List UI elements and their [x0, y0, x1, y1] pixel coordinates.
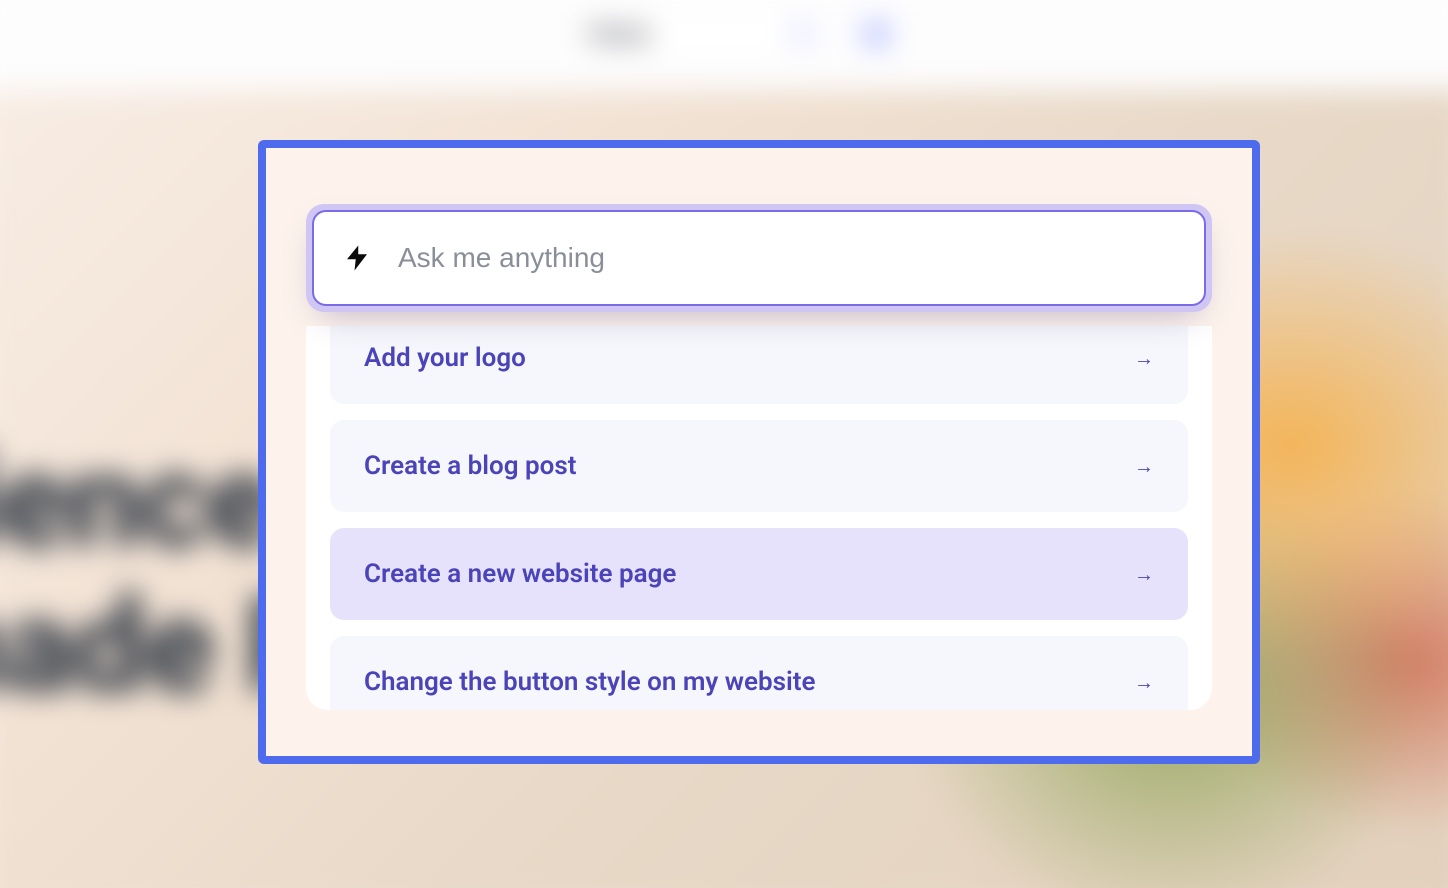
nav-pill-label: Home — [589, 21, 650, 47]
suggestion-label: Change the button style on my website — [364, 667, 815, 697]
arrow-right-icon: → — [1134, 562, 1154, 587]
arrow-right-icon: → — [1134, 454, 1154, 479]
ask-input[interactable] — [398, 242, 1176, 274]
plus-icon: + — [794, 20, 807, 49]
suggestion-label: Create a blog post — [364, 451, 576, 481]
page-nav-pill: Home + — [570, 5, 828, 63]
suggestion-label: Create a new website page — [364, 559, 676, 589]
lightning-bolt-icon — [342, 243, 372, 273]
suggestion-change-button-style[interactable]: Change the button style on my website → — [330, 636, 1188, 710]
suggestion-create-new-page[interactable]: Create a new website page → — [330, 528, 1188, 620]
globe-button — [848, 5, 906, 63]
ai-assistant-highlight-frame: Add your logo → Create a blog post → Cre… — [258, 140, 1260, 764]
ask-input-container[interactable] — [312, 210, 1206, 306]
ask-input-wrapper — [306, 204, 1212, 312]
suggestion-label: Add your logo — [364, 343, 526, 373]
suggestions-list: Add your logo → Create a blog post → Cre… — [330, 326, 1188, 710]
suggestion-create-blog-post[interactable]: Create a blog post → — [330, 420, 1188, 512]
suggestion-add-logo[interactable]: Add your logo → — [330, 326, 1188, 404]
suggestions-panel: Add your logo → Create a blog post → Cre… — [306, 326, 1212, 710]
arrow-right-icon: → — [1134, 346, 1154, 371]
arrow-right-icon: → — [1134, 670, 1154, 695]
globe-icon — [863, 21, 890, 48]
